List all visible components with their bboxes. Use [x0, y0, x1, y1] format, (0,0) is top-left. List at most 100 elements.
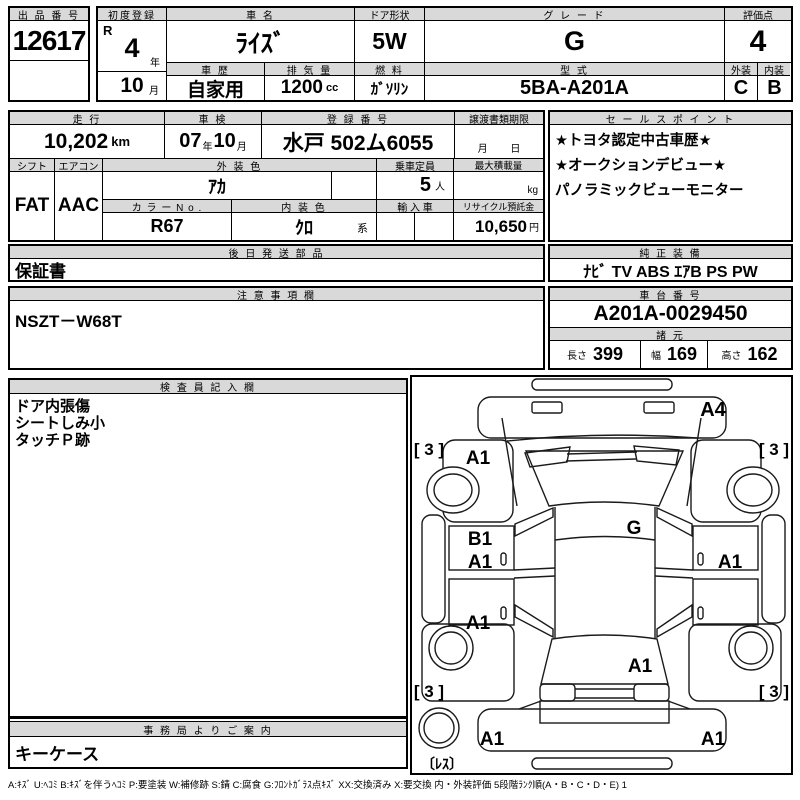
handle-rear-right [697, 606, 704, 620]
rear-bumper [477, 708, 727, 752]
a-pillar-right [686, 417, 702, 507]
model-code-label: 型 式 [425, 63, 725, 76]
front-trim [531, 378, 673, 391]
auction-no-value: 12617 [10, 21, 88, 61]
dim-width-value: 169 [666, 344, 698, 364]
inspection-year-unit: 年 [202, 142, 213, 153]
transfer-cell: 月 日 [455, 125, 543, 159]
mileage-cell: 10,202 km [10, 125, 165, 159]
office-label: 事 務 局 よ り ご 案 内 [10, 721, 406, 737]
capacity-value: 5 [419, 174, 431, 196]
sales-point-line: ★オークションデビュー★ [555, 158, 726, 174]
mark-tire-front-right: [ 3 ] [759, 440, 789, 459]
notes-label: 注 意 事 項 欄 [10, 288, 543, 301]
inspection-label: 車 検 [165, 112, 262, 125]
dimensions-label: 諸 元 [550, 328, 791, 341]
notes-box: 注 意 事 項 欄 NSZT－W68T [8, 286, 545, 370]
first-reg-year-cell: R 4 年 [98, 21, 167, 72]
car-name-value: ﾗｲｽﾞ [167, 21, 355, 63]
auction-no-empty [10, 61, 88, 100]
inspector-box: 検 査 員 記 入 欄 ドア内張傷 シートしみ小 タッチＰ跡 [8, 378, 408, 718]
displacement-value-cell: 1200 cc [265, 76, 355, 100]
chassis-box: 車 台 番 号 A201A-0029450 諸 元 長さ 399 幅 169 高… [548, 286, 793, 370]
front-plate-left [531, 401, 563, 414]
transfer-label: 譲渡書類期限 [455, 112, 543, 125]
inspector-label: 検 査 員 記 入 欄 [10, 380, 406, 394]
handle-front-right [697, 552, 704, 566]
grade-value: G [425, 21, 725, 63]
sill-right [761, 514, 786, 624]
later-parts-value: 保証書 [15, 262, 66, 281]
int-color-cell: ｸﾛ 系 [232, 213, 377, 240]
car-diagram: A4 [ 3 ] [ 3 ] A1 G B1 A1 A1 A1 A1 [ 3 ]… [414, 378, 789, 772]
later-parts-label: 後 日 発 送 部 品 [10, 246, 543, 259]
legend-text: A:ｷｽﾞ U:ﾍｺﾐ B:ｷｽﾞを伴うﾍｺﾐ P:要塗装 W:補修跡 S:錆 … [8, 780, 627, 791]
recycle-cell: 10,650 円 [454, 213, 543, 240]
top-table: 初度登録 R 4 年 10 月 車 名 ﾗｲｽﾞ 車 歴 自家用 排 気 量 1… [96, 6, 793, 102]
first-reg-month: 10 [120, 74, 144, 97]
exterior-value: C [725, 76, 758, 100]
mileage-label: 走 行 [10, 112, 165, 125]
inspection-month-unit: 月 [236, 142, 247, 153]
mark-tire-rear-left: [ 3 ] [414, 682, 444, 701]
aircon-value: AAC [55, 172, 103, 240]
first-reg-year: 4 [124, 32, 140, 63]
transfer-month-label: 月 [477, 144, 488, 155]
dim-length-label: 長さ [566, 351, 587, 362]
first-reg-month-cell: 10 月 [98, 72, 167, 100]
fuel-value: ｶﾞｿﾘﾝ [355, 76, 425, 100]
dim-width-cell: 幅 169 [641, 341, 708, 368]
ext-color-label: 外 装 色 [103, 159, 377, 172]
tail-light-right [633, 683, 670, 702]
interior-label: 内装 [757, 63, 790, 76]
int-color-suffix: 系 [357, 223, 368, 235]
import-cell-2 [415, 213, 454, 240]
first-reg-month-unit: 月 [149, 86, 159, 97]
capacity-label: 乗車定員 [377, 159, 454, 172]
import-label: 輸 入 車 [377, 200, 454, 213]
handle-front-left [500, 552, 507, 566]
reg-no-label: 登 録 番 号 [262, 112, 455, 125]
mark-glass: G [627, 518, 642, 539]
dim-length-cell: 長さ 399 [550, 341, 641, 368]
equipment-box: 純 正 装 備 ﾅﾋﾞ TV ABS ｴｱB PS PW [548, 244, 793, 282]
mark-tire-front-left: [ 3 ] [414, 440, 444, 459]
mark-front-bumper: A4 [700, 399, 726, 421]
mark-fender-front-left: A1 [466, 448, 491, 469]
rear-gate-panel [539, 700, 670, 724]
first-reg-label: 初度登録 [98, 8, 167, 21]
sales-points-box: セ ー ル ス ポ イ ン ト ★トヨタ認定中古車歴★ ★オークションデビュー★… [548, 110, 793, 242]
recycle-value: 10,650 [475, 216, 527, 236]
score-label: 評価点 [725, 8, 791, 21]
dim-height-label: 高さ [721, 351, 742, 362]
equipment-value: ﾅﾋﾞ TV ABS ｴｱB PS PW [583, 263, 758, 281]
mark-rear-gate: A1 [628, 656, 653, 677]
window-rear-left [514, 603, 554, 639]
front-plate-right [643, 401, 675, 414]
sill-left [421, 514, 446, 624]
dim-height-value: 162 [747, 344, 778, 364]
displacement-value: 1200 [280, 77, 324, 98]
color-no-value: R67 [103, 213, 232, 240]
sales-point-line: パノラミックビューモニター [555, 183, 744, 199]
dim-height-cell: 高さ 162 [708, 341, 791, 368]
door-value: 5W [355, 21, 425, 63]
door-gap-lines [513, 567, 694, 579]
auction-no-box: 出 品 番 号 12617 [8, 6, 90, 102]
inspector-line: ドア内張傷 [15, 398, 91, 415]
max-load-unit: kg [527, 185, 538, 196]
reg-no-value: 水戸 502ム6055 [262, 125, 455, 159]
cowl-connector [565, 451, 638, 462]
notes-value: NSZT－W68T [15, 312, 122, 331]
inspection-cell: 07 年 10 月 [165, 125, 262, 159]
mark-door-front-right: A1 [718, 552, 743, 573]
max-load-label: 最大積載量 [454, 159, 543, 172]
office-value: キーケース [15, 744, 100, 764]
sales-point-line: ★トヨタ認定中古車歴★ [555, 133, 712, 149]
inspector-line: タッチＰ跡 [15, 432, 91, 449]
exterior-label: 外装 [725, 63, 758, 76]
shift-value: FAT [10, 172, 55, 240]
mileage-unit: km [111, 134, 131, 149]
tail-trim [575, 688, 634, 699]
tail-light-left [539, 683, 576, 702]
